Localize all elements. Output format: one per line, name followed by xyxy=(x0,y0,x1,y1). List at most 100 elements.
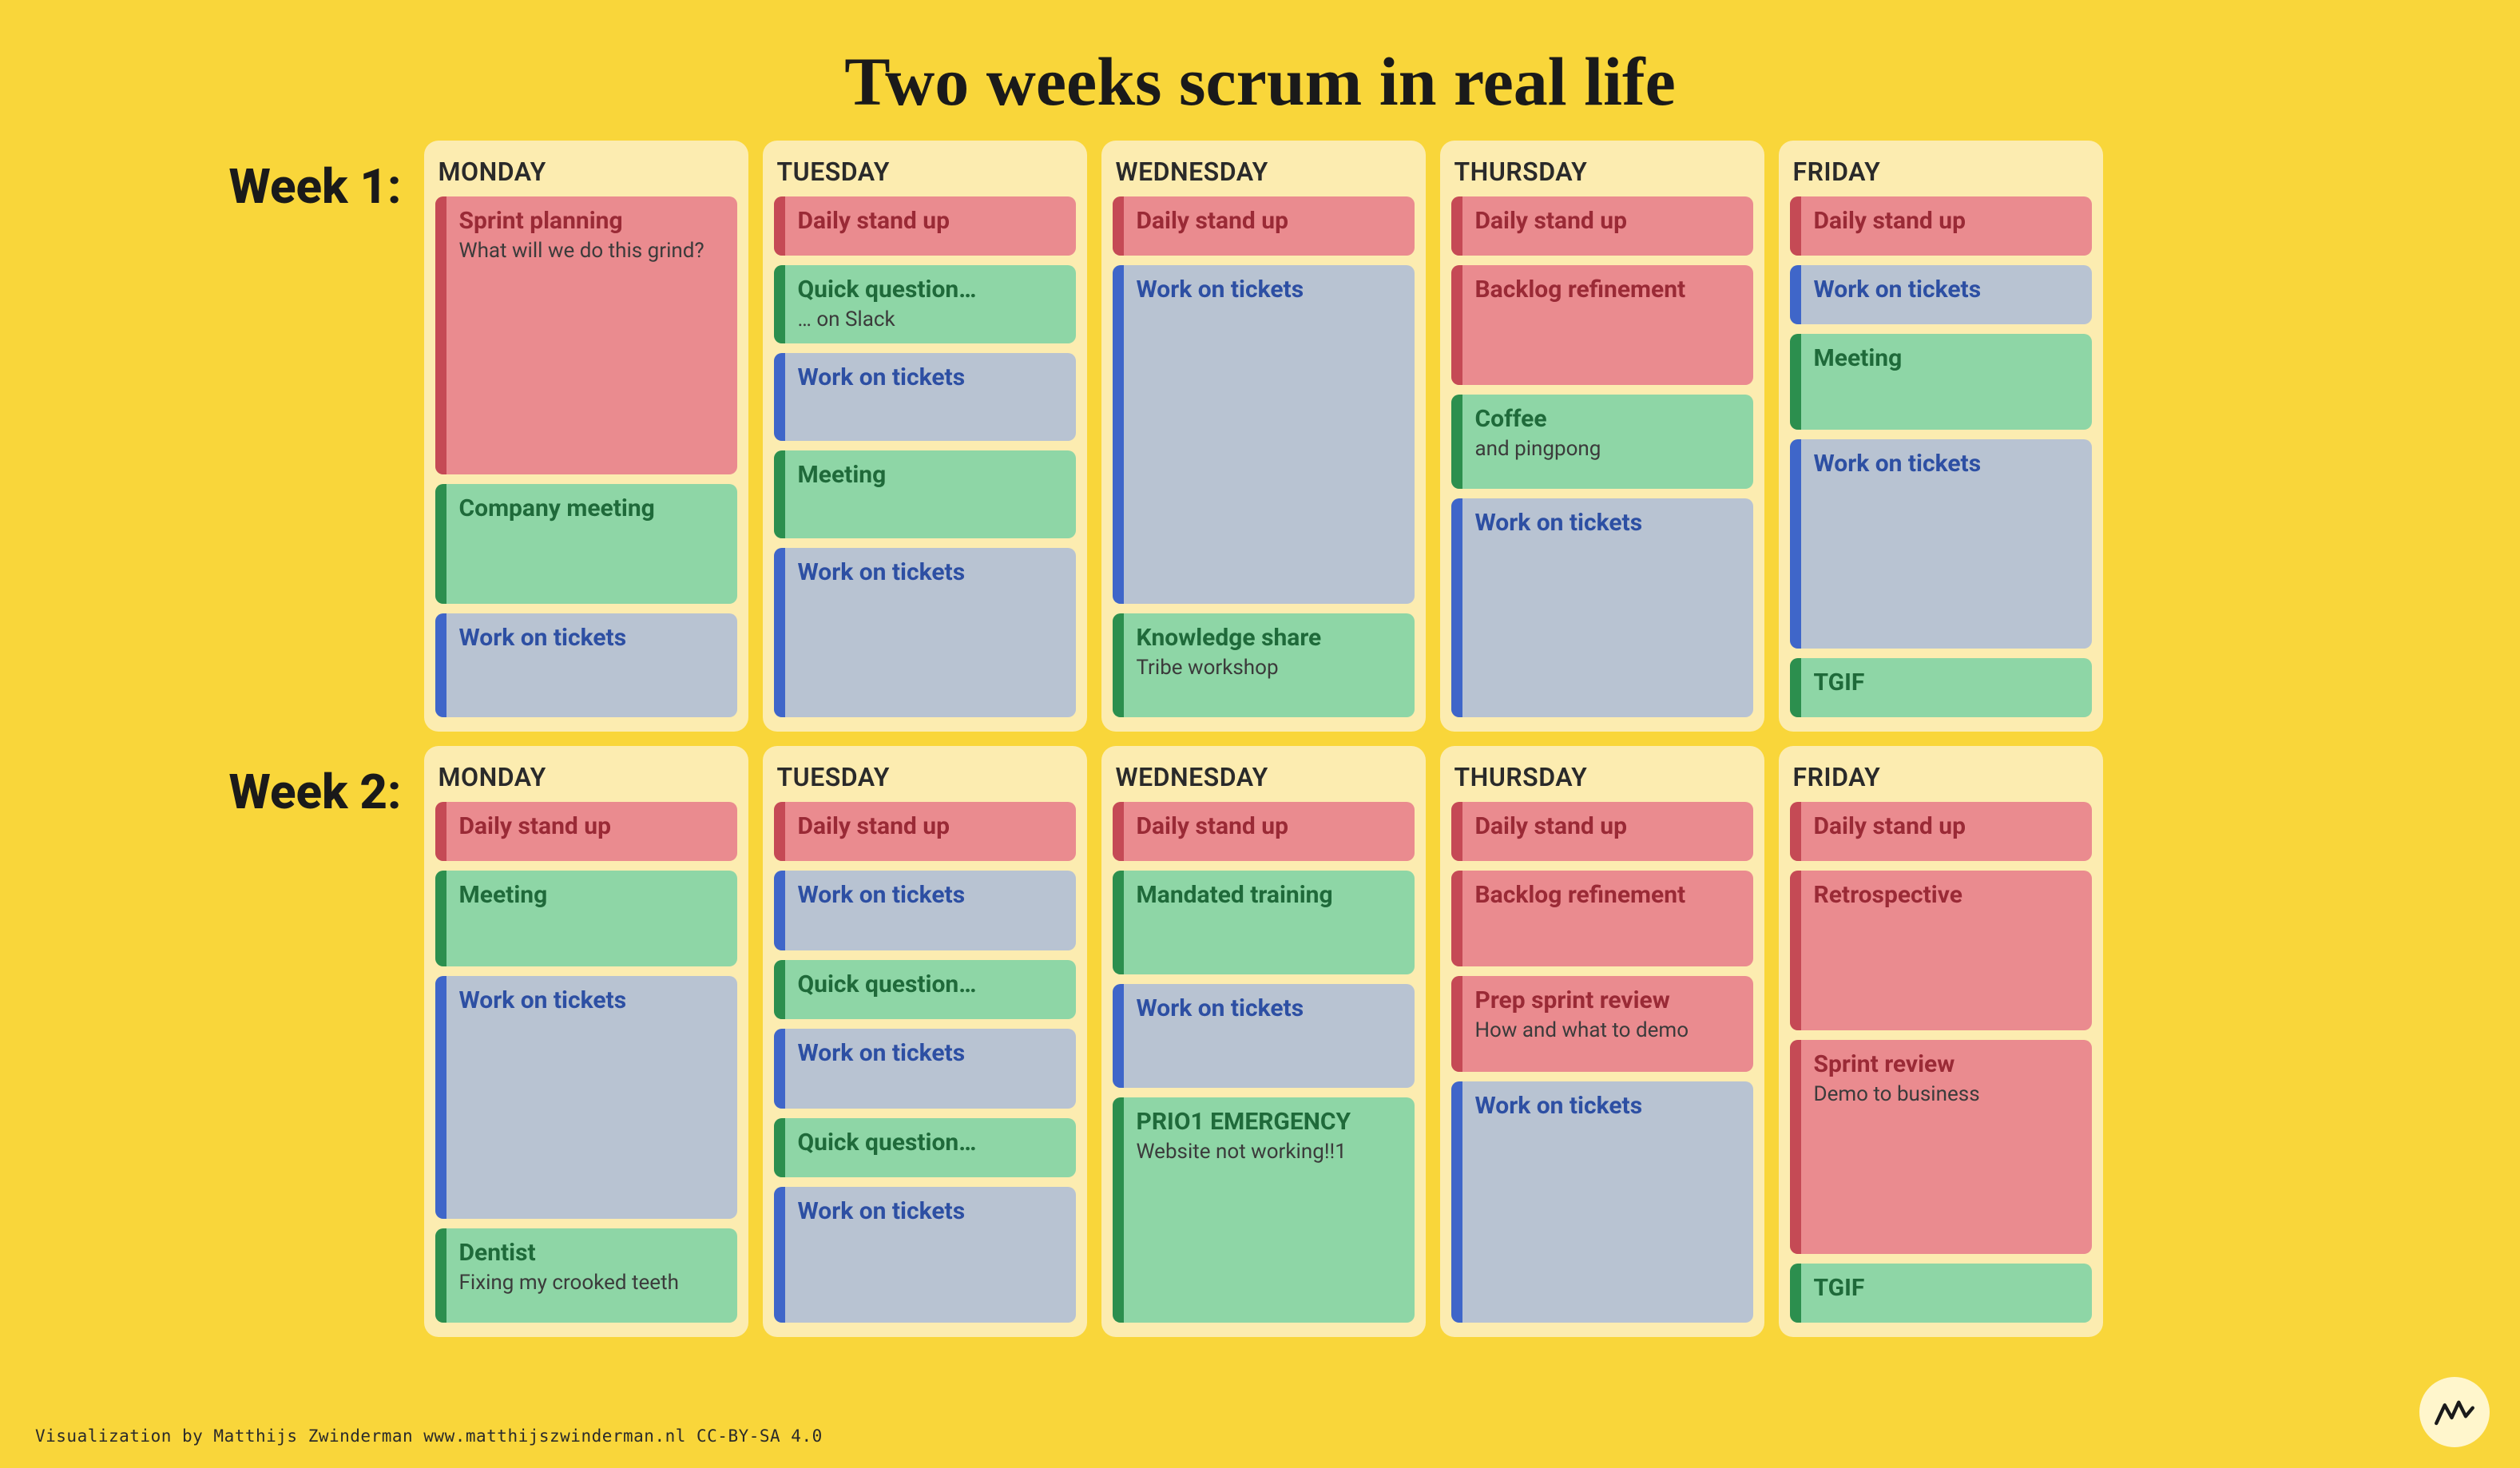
day-header: MONDAY xyxy=(435,757,737,802)
schedule-block: Work on tickets xyxy=(774,871,1076,950)
block-title: Prep sprint review xyxy=(1475,987,1739,1015)
schedule-block: Daily stand up xyxy=(774,802,1076,861)
block-title: Quick question… xyxy=(798,1129,1062,1157)
block-title: PRIO1 EMERGENCY xyxy=(1137,1109,1400,1137)
schedule-block: Work on tickets xyxy=(1113,984,1415,1088)
schedule-block: Work on tickets xyxy=(1790,439,2092,649)
block-title: Work on tickets xyxy=(798,1040,1062,1068)
block-title: Dentist xyxy=(459,1240,723,1268)
week-row: Week 2: MONDAY Daily stand up Meeting Work o… xyxy=(194,746,2327,1351)
day-column: MONDAY Daily stand up Meeting Work on ticke… xyxy=(424,746,748,1337)
schedule-block: Work on tickets xyxy=(1451,498,1753,717)
schedule-block: Backlog refinement xyxy=(1451,265,1753,385)
week-label: Week 2: xyxy=(194,746,402,820)
blocks-container: Daily stand upMeetingWork on ticketsDent… xyxy=(435,802,737,1323)
block-subtitle: What will we do this grind? xyxy=(459,239,723,264)
day-column: TUESDAY Daily stand up Quick question… … on… xyxy=(763,141,1087,732)
schedule-block: Quick question… xyxy=(774,960,1076,1019)
blocks-container: Sprint planningWhat will we do this grin… xyxy=(435,196,737,717)
week-row: Week 1: MONDAYSprint planningWhat will we… xyxy=(194,141,2327,746)
schedule-block: Quick question… xyxy=(774,1118,1076,1177)
block-title: TGIF xyxy=(1814,669,2078,697)
block-title: Work on tickets xyxy=(798,1198,1062,1226)
blocks-container: Daily stand up Work on tickets Meeting Work… xyxy=(1790,196,2092,717)
block-title: Work on tickets xyxy=(798,364,1062,392)
day-header: WEDNESDAY xyxy=(1113,152,1415,196)
block-title: Meeting xyxy=(798,462,1062,490)
day-header: THURSDAY xyxy=(1451,152,1753,196)
blocks-container: Daily stand upMandated trainingWork on t… xyxy=(1113,802,1415,1323)
block-title: Work on tickets xyxy=(1137,276,1400,304)
schedule-block: Prep sprint review How and what to demo xyxy=(1451,976,1753,1072)
schedule-block: Coffee and pingpong xyxy=(1451,395,1753,489)
block-subtitle: Demo to business xyxy=(1814,1082,2078,1107)
blocks-container: Daily stand upWork on ticketsKnowledge s… xyxy=(1113,196,1415,717)
schedule-block: Work on tickets xyxy=(774,1187,1076,1323)
schedule-block: Work on tickets xyxy=(774,1029,1076,1109)
day-header: TUESDAY xyxy=(774,152,1076,196)
block-title: Backlog refinement xyxy=(1475,276,1739,304)
block-subtitle: Fixing my crooked teeth xyxy=(459,1271,723,1295)
block-subtitle: Tribe workshop xyxy=(1137,656,1400,680)
day-column: WEDNESDAYDaily stand upMandated training… xyxy=(1101,746,1426,1337)
day-header: FRIDAY xyxy=(1790,757,2092,802)
block-title: Quick question… xyxy=(798,971,1062,999)
schedule-block: Meeting xyxy=(1790,334,2092,430)
schedule-block: Dentist Fixing my crooked teeth xyxy=(435,1228,737,1323)
schedule-block: Work on tickets xyxy=(435,613,737,717)
block-subtitle: … on Slack xyxy=(798,307,1062,332)
block-title: Meeting xyxy=(459,882,723,910)
day-column: MONDAYSprint planningWhat will we do thi… xyxy=(424,141,748,732)
schedule-block: Daily stand up xyxy=(435,802,737,861)
block-title: Daily stand up xyxy=(1814,813,2078,841)
block-title: Coffee xyxy=(1475,406,1739,434)
schedule-block: Work on tickets xyxy=(435,976,737,1219)
block-subtitle: Website not working!!1 xyxy=(1137,1140,1400,1164)
block-title: Meeting xyxy=(1814,345,2078,373)
schedule-block: Daily stand up xyxy=(1790,196,2092,256)
days-container: MONDAY Daily stand up Meeting Work on ticke… xyxy=(424,746,2327,1337)
schedule-block: Work on tickets xyxy=(774,548,1076,717)
block-title: Daily stand up xyxy=(1475,208,1739,236)
block-title: Daily stand up xyxy=(1814,208,2078,236)
schedule-block: Daily stand up xyxy=(774,196,1076,256)
block-title: Work on tickets xyxy=(1814,450,2078,478)
blocks-container: Daily stand up Quick question… … on Slack W… xyxy=(774,196,1076,717)
block-subtitle: and pingpong xyxy=(1475,437,1739,462)
schedule-block: Quick question… … on Slack xyxy=(774,265,1076,343)
block-title: Daily stand up xyxy=(1475,813,1739,841)
schedule-block: Work on tickets xyxy=(774,353,1076,441)
block-title: TGIF xyxy=(1814,1275,2078,1303)
day-column: THURSDAY Daily stand up Backlog refinement… xyxy=(1440,746,1764,1337)
schedule-block: Sprint reviewDemo to business xyxy=(1790,1040,2092,1254)
block-title: Daily stand up xyxy=(459,813,723,841)
day-header: THURSDAY xyxy=(1451,757,1753,802)
schedule-block: Daily stand up xyxy=(1451,196,1753,256)
block-title: Work on tickets xyxy=(1475,510,1739,538)
block-title: Backlog refinement xyxy=(1475,882,1739,910)
blocks-container: Daily stand up Backlog refinement Coffee an… xyxy=(1451,196,1753,717)
blocks-container: Daily stand upRetrospectiveSprint review… xyxy=(1790,802,2092,1323)
day-column: WEDNESDAYDaily stand upWork on ticketsKn… xyxy=(1101,141,1426,732)
blocks-container: Daily stand up Backlog refinement Prep spr… xyxy=(1451,802,1753,1323)
schedule-block: Meeting xyxy=(435,871,737,966)
block-title: Work on tickets xyxy=(1814,276,2078,304)
day-header: MONDAY xyxy=(435,152,737,196)
schedule-block: Meeting xyxy=(774,450,1076,538)
day-column: TUESDAY Daily stand up Work on tickets Quic… xyxy=(763,746,1087,1337)
block-title: Mandated training xyxy=(1137,882,1400,910)
block-title: Work on tickets xyxy=(1475,1093,1739,1121)
schedule-block: Work on tickets xyxy=(1790,265,2092,324)
schedule-block: Daily stand up xyxy=(1451,802,1753,861)
block-title: Quick question… xyxy=(798,276,1062,304)
schedule-block: PRIO1 EMERGENCY Website not working!!1 xyxy=(1113,1097,1415,1323)
block-title: Daily stand up xyxy=(798,813,1062,841)
block-subtitle: How and what to demo xyxy=(1475,1018,1739,1043)
day-header: TUESDAY xyxy=(774,757,1076,802)
block-title: Daily stand up xyxy=(798,208,1062,236)
schedule-block: Daily stand up xyxy=(1113,196,1415,256)
schedule-block: Mandated training xyxy=(1113,871,1415,974)
page-title: Two weeks scrum in real life xyxy=(0,0,2520,141)
day-column: FRIDAYDaily stand upRetrospectiveSprint … xyxy=(1779,746,2103,1337)
week-label: Week 1: xyxy=(194,141,402,215)
